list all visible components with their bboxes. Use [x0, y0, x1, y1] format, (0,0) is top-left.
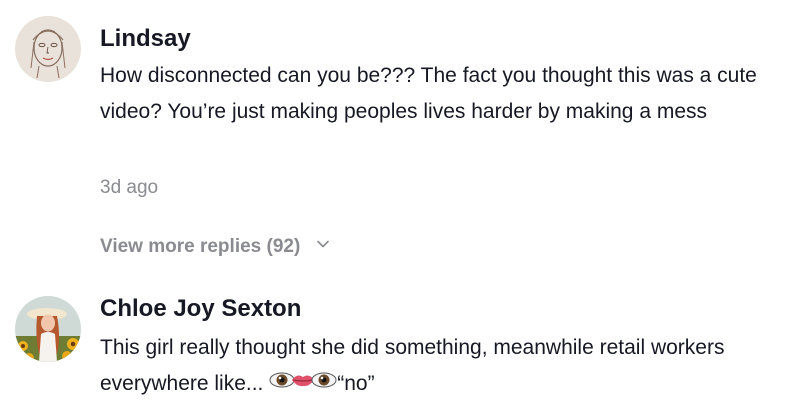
comment-timestamp: 3d ago: [100, 177, 159, 198]
comment-text-body: This girl really thought she did somethi…: [100, 336, 725, 395]
chevron-down-icon: [316, 240, 329, 248]
eye-icon: [311, 364, 337, 400]
comment-text: How disconnected can you be??? The fact …: [100, 64, 757, 123]
comment-text: This girl really thought she did somethi…: [100, 330, 790, 402]
comment-text-quote: “no”: [337, 372, 375, 395]
photo-avatar-sunflowers-icon: [15, 296, 81, 362]
comment-username[interactable]: Chloe Joy Sexton: [100, 294, 301, 324]
view-more-replies-label: View more replies (92): [100, 236, 301, 257]
view-more-replies-button[interactable]: View more replies (92): [100, 233, 330, 261]
avatar[interactable]: [15, 296, 81, 362]
sketch-face-avatar-icon: [15, 16, 81, 82]
comment-username[interactable]: Lindsay: [100, 24, 191, 54]
avatar[interactable]: [15, 16, 81, 82]
